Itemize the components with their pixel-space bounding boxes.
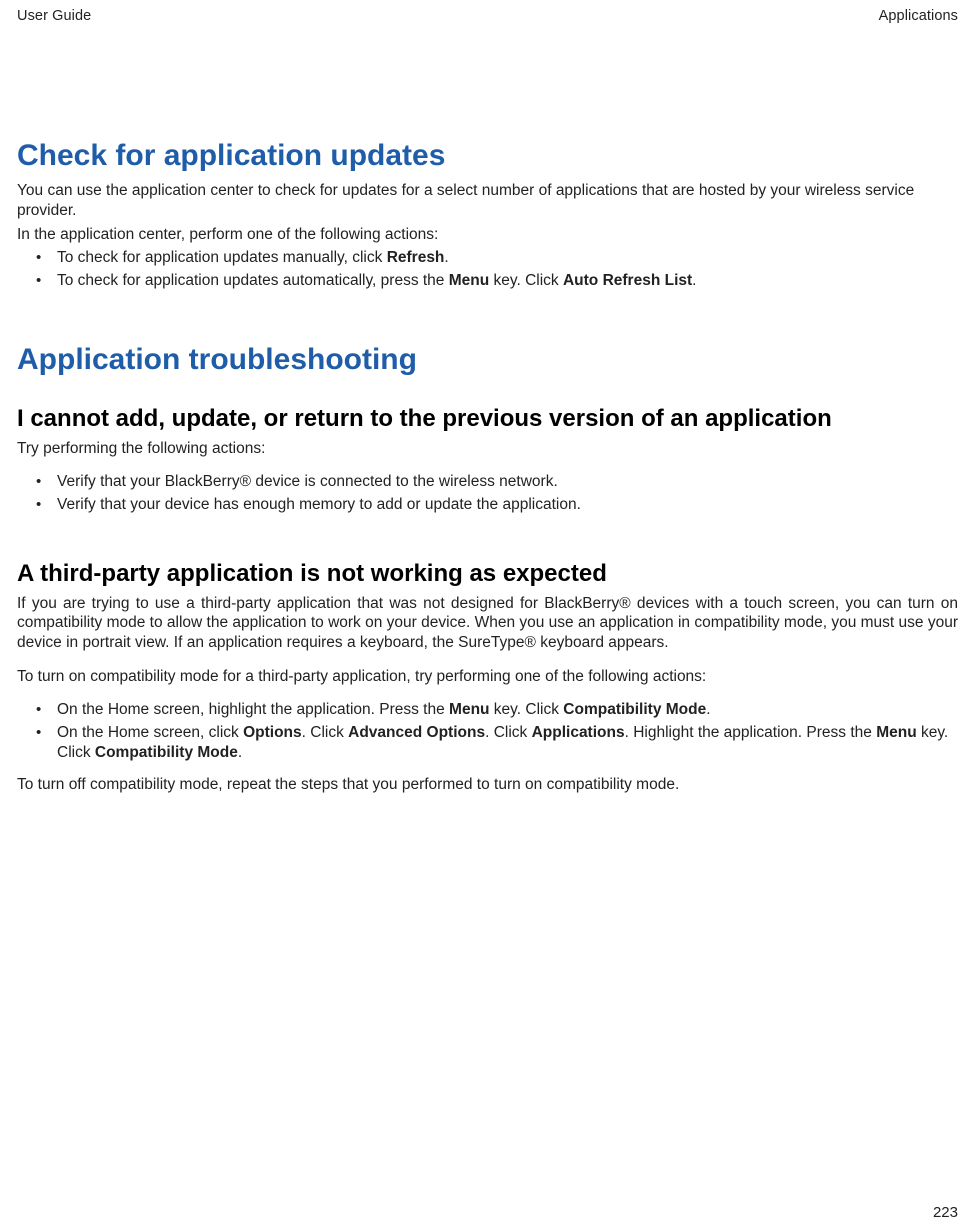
- bold-text: Menu: [876, 724, 916, 741]
- subheading-cannot-add: I cannot add, update, or return to the p…: [17, 405, 958, 433]
- list-item: Verify that your device has enough memor…: [17, 495, 958, 515]
- text: key. Click: [489, 272, 563, 289]
- text: Verify that your device has enough memor…: [57, 496, 581, 513]
- text: .: [238, 744, 242, 761]
- header-right: Applications: [879, 8, 958, 24]
- bold-text: Options: [243, 724, 302, 741]
- bold-text: Auto Refresh List: [563, 272, 692, 289]
- text: .: [444, 249, 448, 266]
- text: . Highlight the application. Press the: [625, 724, 877, 741]
- text: .: [706, 701, 710, 718]
- bold-text: Refresh: [387, 249, 445, 266]
- bullet-list: To check for application updates manuall…: [17, 248, 958, 291]
- body-text: To turn off compatibility mode, repeat t…: [17, 775, 958, 795]
- body-text: If you are trying to use a third-party a…: [17, 594, 958, 653]
- document-page: User Guide Applications Check for applic…: [0, 0, 975, 1228]
- text: . Click: [302, 724, 349, 741]
- subheading-third-party: A third-party application is not working…: [17, 560, 958, 588]
- bullet-list: On the Home screen, highlight the applic…: [17, 700, 958, 762]
- text: . Click: [485, 724, 532, 741]
- list-item: To check for application updates manuall…: [17, 248, 958, 268]
- text: Verify that your BlackBerry® device is c…: [57, 473, 558, 490]
- text: .: [692, 272, 696, 289]
- text: To check for application updates manuall…: [57, 249, 387, 266]
- header-left: User Guide: [17, 8, 91, 24]
- page-header: User Guide Applications: [17, 0, 958, 24]
- list-item: On the Home screen, highlight the applic…: [17, 700, 958, 720]
- text: On the Home screen, highlight the applic…: [57, 701, 449, 718]
- heading-check-updates: Check for application updates: [17, 139, 958, 173]
- body-text: To turn on compatibility mode for a thir…: [17, 667, 958, 687]
- bold-text: Advanced Options: [348, 724, 485, 741]
- bold-text: Applications: [532, 724, 625, 741]
- text: On the Home screen, click: [57, 724, 243, 741]
- bold-text: Compatibility Mode: [95, 744, 238, 761]
- text: To check for application updates automat…: [57, 272, 449, 289]
- bold-text: Menu: [449, 701, 489, 718]
- list-item: To check for application updates automat…: [17, 271, 958, 291]
- body-text: In the application center, perform one o…: [17, 225, 958, 245]
- bold-text: Compatibility Mode: [563, 701, 706, 718]
- list-item: Verify that your BlackBerry® device is c…: [17, 472, 958, 492]
- page-number: 223: [933, 1204, 958, 1221]
- list-item: On the Home screen, click Options. Click…: [17, 723, 958, 763]
- heading-troubleshooting: Application troubleshooting: [17, 343, 958, 377]
- body-text: You can use the application center to ch…: [17, 181, 958, 221]
- text: key. Click: [490, 701, 564, 718]
- bullet-list: Verify that your BlackBerry® device is c…: [17, 472, 958, 515]
- bold-text: Menu: [449, 272, 489, 289]
- body-text: Try performing the following actions:: [17, 439, 958, 459]
